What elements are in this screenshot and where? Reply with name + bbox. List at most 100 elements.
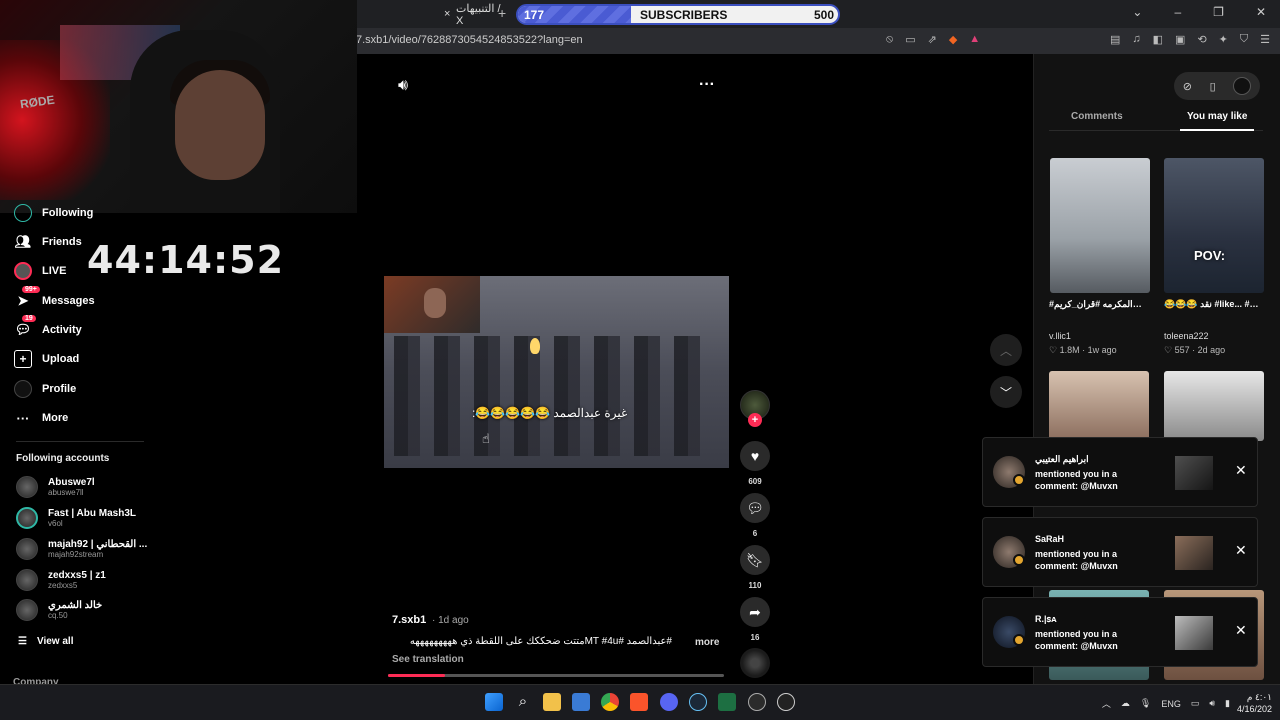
close-icon[interactable]: ✕ — [1235, 462, 1247, 479]
toolbar-icons: ▤ ♫ ◧ ▣ ⟲ ✦ ⛉ ☰ — [1110, 33, 1270, 46]
see-translation-button[interactable]: See translation — [392, 654, 464, 665]
discord-icon[interactable] — [660, 693, 678, 711]
suggested-video-author[interactable]: v.llic1 — [1049, 331, 1071, 341]
reader-icon[interactable]: ▤ — [1110, 33, 1120, 46]
minimize-button[interactable]: – — [1174, 5, 1181, 19]
comment-button[interactable]: 💬︎ 6 — [739, 493, 771, 538]
sidebar-item-upload[interactable]: + Upload — [14, 348, 79, 370]
more-options-icon[interactable]: ··· — [699, 76, 715, 94]
close-icon[interactable]: ✕ — [1235, 542, 1247, 559]
mention-notification[interactable]: R.|ꜱᴀ mentioned you in a comment: @Muvxn… — [982, 597, 1258, 667]
battery-icon[interactable]: ▮ — [1225, 698, 1230, 709]
like-button[interactable]: ♥ 609 — [739, 441, 771, 486]
store-icon[interactable] — [572, 693, 590, 711]
save-button[interactable]: 🔖︎ 110 — [739, 545, 771, 590]
sidebar-item-friends[interactable]: 👥︎ Friends — [14, 231, 82, 253]
suggested-video-author[interactable]: toleena222 — [1164, 331, 1209, 341]
chrome-icon[interactable] — [601, 693, 619, 711]
suggested-video-thumbnail[interactable]: POV: — [1164, 158, 1264, 293]
menu-icon[interactable]: ☰ — [1260, 33, 1270, 46]
video-caption: غيرة عبدالصمد 😂😂😂😂😂: — [472, 406, 628, 420]
suggested-video-meta: ♡ 1.8M · 1w ago — [1049, 345, 1117, 355]
more-icon: ··· — [16, 410, 30, 426]
suggested-video-thumbnail[interactable] — [1050, 158, 1150, 293]
volume-tray-icon[interactable]: 🔊︎ — [1209, 698, 1215, 709]
account-item[interactable]: majah92 | القحطاني ... majah92stream — [16, 538, 147, 560]
upload-icon: + — [14, 350, 32, 368]
follow-button[interactable]: + — [748, 413, 762, 427]
sidebar-item-more[interactable]: ··· More — [14, 407, 69, 429]
start-icon[interactable] — [485, 693, 503, 711]
url-field[interactable]: 7.sxb1/video/7628873054524853522?lang=en — [356, 34, 583, 46]
music-disc-icon[interactable] — [740, 648, 770, 678]
video-frame[interactable]: غيرة عبدالصمد 😂😂😂😂😂: — [384, 276, 729, 468]
microphone-icon[interactable]: 🎙︎ — [1140, 698, 1151, 709]
suggested-video-thumbnail[interactable] — [1049, 371, 1149, 441]
sidebar-item-profile[interactable]: Profile — [14, 378, 76, 400]
sidebar-item-messages[interactable]: ➤ 99+ Messages — [14, 286, 95, 312]
brave-shield-icon[interactable]: ◆ — [949, 33, 957, 46]
vpn-icon[interactable]: ⟲ — [1197, 33, 1206, 46]
search-icon[interactable]: ⌕ — [514, 693, 532, 711]
sidebar-item-following[interactable]: Following — [14, 202, 93, 224]
suggested-video-title[interactable]: 😂😂😂 نقد #like... #فورسيجل — [1164, 299, 1260, 310]
suggested-video-title[interactable]: #مكه_المكرمه #قران_كريم ... — [1049, 299, 1145, 310]
sidebar-icon[interactable]: ◧ — [1153, 33, 1163, 46]
brave-icon[interactable] — [630, 693, 648, 711]
account-item[interactable]: Abuswe7l abuswe7ll — [16, 476, 95, 498]
share-button[interactable]: ➦ 16 — [739, 597, 771, 642]
shield-icon[interactable]: ⛉ — [1240, 33, 1248, 46]
next-video-button[interactable]: ﹀ — [990, 376, 1022, 408]
obs-icon[interactable] — [777, 693, 795, 711]
browser-tab[interactable]: × التنبيهات / X — [380, 3, 505, 27]
mention-notification[interactable]: ابراهيم العتيبي mentioned you in a comme… — [982, 437, 1258, 507]
notification-thumbnail — [1175, 616, 1213, 650]
share-icon[interactable]: ⇗ — [928, 33, 937, 46]
new-tab-button[interactable]: + — [498, 5, 506, 21]
wallet-icon[interactable]: ▣ — [1175, 33, 1185, 46]
excel-icon[interactable] — [718, 693, 736, 711]
video-time: · 1d ago — [432, 615, 469, 626]
language-indicator[interactable]: ENG — [1161, 699, 1181, 709]
rewards-icon[interactable]: ▲ — [969, 33, 980, 46]
app-icon[interactable] — [748, 693, 766, 711]
steam-icon[interactable] — [689, 693, 707, 711]
tab-search-button[interactable]: ⌄ — [1132, 5, 1142, 19]
video-progress-bar[interactable] — [388, 674, 724, 677]
cloud-icon[interactable]: ☁︎ — [1121, 698, 1130, 709]
file-explorer-icon[interactable] — [543, 693, 561, 711]
phone-icon[interactable]: ▯ — [1210, 80, 1216, 93]
no-tracking-icon[interactable]: ⦸ — [886, 33, 893, 46]
ai-icon[interactable]: ✦ — [1219, 33, 1228, 46]
tab-you-may-like[interactable]: You may like — [1187, 111, 1247, 122]
messages-icon: ➤ 99+ — [14, 286, 40, 310]
network-icon[interactable]: ▭ — [1191, 698, 1200, 709]
tab-comments[interactable]: Comments — [1071, 111, 1123, 122]
sidebar-item-live[interactable]: LIVE — [14, 260, 66, 282]
tab-close-icon[interactable]: × — [444, 8, 450, 20]
video-author[interactable]: 7.sxb1 — [392, 614, 426, 626]
sidebar-item-activity[interactable]: 💬︎ 19 Activity — [14, 315, 82, 341]
volume-icon[interactable]: 🔊︎ — [398, 77, 408, 95]
description-more-button[interactable]: more — [695, 637, 719, 648]
media-icon[interactable]: ♫ — [1132, 33, 1140, 46]
notification-badge-icon — [1013, 634, 1025, 646]
compass-icon[interactable]: ⊘ — [1183, 80, 1192, 93]
account-item[interactable]: zedxxs5 | z1 zedxxs5 — [16, 569, 106, 591]
maximize-button[interactable]: ❐ — [1213, 5, 1224, 19]
previous-video-button[interactable]: ︿ — [990, 334, 1022, 366]
user-avatar-icon[interactable] — [1233, 77, 1252, 95]
subscriber-goal: 500 — [813, 8, 834, 22]
account-item[interactable]: Fast | Abu Mash3L v6ol — [16, 507, 136, 529]
messages-badge: 99+ — [22, 286, 40, 293]
suggested-video-thumbnail[interactable] — [1164, 371, 1264, 441]
close-window-button[interactable]: ✕ — [1256, 5, 1266, 19]
mention-notification[interactable]: SaRaH mentioned you in a comment: @Muvxn… — [982, 517, 1258, 587]
cast-icon[interactable]: ▭ — [905, 33, 915, 46]
close-icon[interactable]: ✕ — [1235, 622, 1247, 639]
clock[interactable]: ٤:٠١ م 4/16/202 — [1237, 691, 1272, 715]
account-item[interactable]: خالد الشمري cq.50 — [16, 599, 102, 621]
view-all-button[interactable]: ☰ View all — [18, 630, 73, 652]
chevron-up-icon[interactable]: ︿ — [1102, 697, 1111, 710]
subscriber-count: 177 — [524, 8, 545, 22]
